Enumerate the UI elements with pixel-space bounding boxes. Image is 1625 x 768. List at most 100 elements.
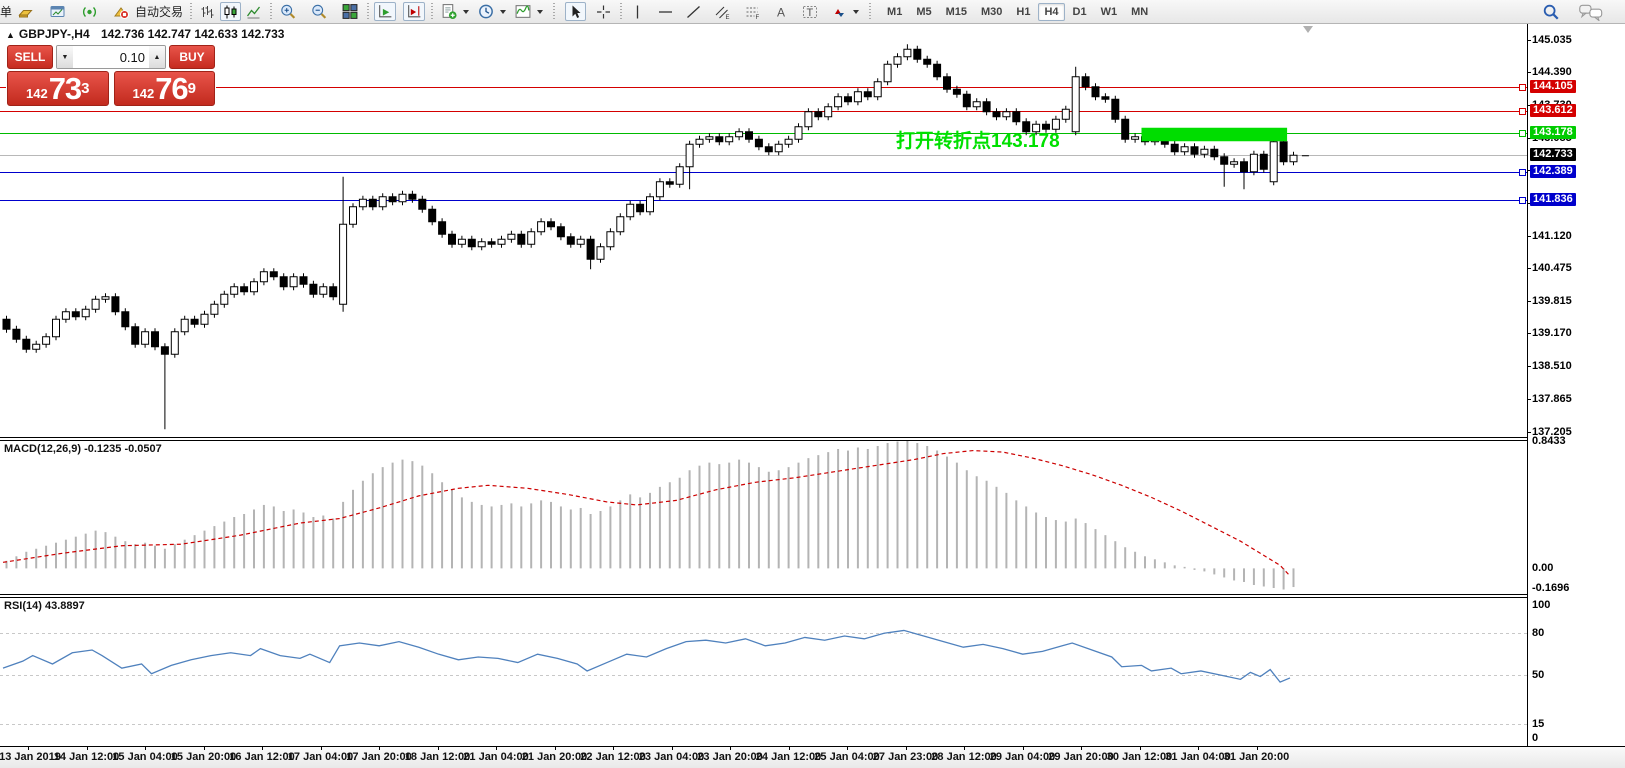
text-icon[interactable]: A xyxy=(771,2,792,21)
price-level-badge: 143.178 xyxy=(1530,126,1576,139)
new-order-partial-label[interactable]: 单 xyxy=(0,3,12,20)
periods-clock-icon[interactable] xyxy=(475,2,497,21)
collapse-arrow-icon[interactable]: ▲ xyxy=(6,30,15,40)
timeframe-m1[interactable]: M1 xyxy=(881,3,908,21)
time-axis-tick xyxy=(379,747,380,750)
price-tick-mark xyxy=(1528,268,1531,269)
trendline-icon[interactable] xyxy=(683,2,704,21)
macd-histogram xyxy=(7,441,1294,589)
svg-text:T: T xyxy=(807,7,814,19)
indicators-dropdown-icon[interactable] xyxy=(537,10,543,14)
crosshair-icon[interactable] xyxy=(593,2,614,21)
timeframe-m15[interactable]: M15 xyxy=(940,3,973,21)
equidistant-channel-icon[interactable]: E xyxy=(711,2,734,21)
timeframe-h1[interactable]: H1 xyxy=(1010,3,1036,21)
sell-price-base: 142 xyxy=(26,84,48,104)
level-line-handle[interactable] xyxy=(1519,130,1526,137)
chat-icon[interactable] xyxy=(1576,2,1606,21)
price-level-badge: 142.733 xyxy=(1530,148,1576,161)
sell-button[interactable]: SELL xyxy=(7,45,53,69)
macd-axis-label: 0.00 xyxy=(1532,562,1553,574)
horizontal-line-icon[interactable] xyxy=(655,2,676,21)
price-tick-mark xyxy=(1528,399,1531,400)
chart-shift-icon[interactable] xyxy=(403,2,425,21)
price-tick-label: 139.815 xyxy=(1532,295,1572,307)
pane-separator[interactable] xyxy=(0,437,1527,441)
ohlc-values: 142.736 142.747 142.633 142.733 xyxy=(101,27,285,41)
toolbar-separator xyxy=(268,3,273,20)
turning-point-annotation: 打开转折点143.178 xyxy=(896,126,1060,153)
buy-button[interactable]: BUY xyxy=(169,45,215,69)
vertical-line-icon[interactable] xyxy=(627,2,648,21)
macd-axis-label: -0.1696 xyxy=(1532,582,1569,594)
tile-windows-icon[interactable] xyxy=(339,2,361,21)
timeframe-d1[interactable]: D1 xyxy=(1067,3,1093,21)
sell-price-pip: 3 xyxy=(81,72,89,106)
volume-stepper: ▼ ▲ xyxy=(56,45,166,69)
zoom-out-icon[interactable] xyxy=(308,2,330,21)
price-level-badge: 141.836 xyxy=(1530,193,1576,206)
volume-decrease-button[interactable]: ▼ xyxy=(57,46,73,68)
price-axis[interactable]: 145.035144.390143.730143.085142.440141.7… xyxy=(1528,23,1625,746)
time-axis-tick xyxy=(906,747,907,750)
zoom-in-icon[interactable] xyxy=(277,2,299,21)
text-label-icon[interactable]: T xyxy=(799,2,821,21)
arrows-dropdown-icon[interactable] xyxy=(853,10,859,14)
toolbar-separator xyxy=(618,3,623,20)
charts-window-icon[interactable] xyxy=(47,2,68,21)
candlestick-chart-icon[interactable] xyxy=(220,2,241,21)
buy-price-button[interactable]: 142 76 9 xyxy=(114,71,216,106)
time-axis-tick xyxy=(1140,747,1141,750)
time-axis-label: 25 Jan 04:00 xyxy=(814,751,879,763)
time-axis[interactable]: 13 Jan 201914 Jan 12:0015 Jan 04:0015 Ja… xyxy=(0,746,1625,768)
time-axis-tick xyxy=(847,747,848,750)
time-axis-label: 21 Jan 20:00 xyxy=(522,751,587,763)
autotrade-icon[interactable] xyxy=(111,2,132,21)
svg-text:F: F xyxy=(756,15,760,20)
periods-dropdown-icon[interactable] xyxy=(500,10,506,14)
time-axis-tick xyxy=(321,747,322,750)
new-order-dropdown-icon[interactable] xyxy=(463,10,469,14)
fibonacci-icon[interactable]: F xyxy=(741,2,764,21)
indicators-icon[interactable] xyxy=(512,2,534,21)
bar-chart-icon[interactable] xyxy=(197,2,218,21)
rsi-line xyxy=(3,630,1290,682)
sell-price-main: 73 xyxy=(49,74,81,104)
volume-increase-button[interactable]: ▲ xyxy=(149,46,165,68)
price-level-lines xyxy=(0,88,1527,201)
cursor-icon[interactable] xyxy=(565,2,586,21)
line-chart-icon[interactable] xyxy=(243,2,264,21)
time-axis-label: 29 Jan 20:00 xyxy=(1048,751,1113,763)
time-axis-label: 14 Jan 12:00 xyxy=(54,751,119,763)
arrows-icon[interactable] xyxy=(828,2,850,21)
time-axis-label: 23 Jan 20:00 xyxy=(697,751,762,763)
price-tick-mark xyxy=(1528,366,1531,367)
rsi-axis-label: 15 xyxy=(1532,718,1544,730)
pane-separator[interactable] xyxy=(0,594,1527,598)
timeframe-mn[interactable]: MN xyxy=(1125,3,1154,21)
time-axis-tick xyxy=(789,747,790,750)
new-order-icon[interactable] xyxy=(438,2,460,21)
timeframe-m5[interactable]: M5 xyxy=(910,3,937,21)
autotrade-label[interactable]: 自动交易 xyxy=(135,3,183,20)
time-axis-tick xyxy=(145,747,146,750)
timeframe-h4[interactable]: H4 xyxy=(1038,3,1064,21)
timeframe-m30[interactable]: M30 xyxy=(975,3,1008,21)
timeframe-w1[interactable]: W1 xyxy=(1095,3,1124,21)
signal-icon[interactable] xyxy=(79,2,100,21)
time-axis-tick xyxy=(496,747,497,750)
auto-scroll-icon[interactable] xyxy=(374,2,396,21)
volume-input[interactable] xyxy=(73,46,149,68)
price-tick-label: 141.120 xyxy=(1532,230,1572,242)
level-line-handle[interactable] xyxy=(1519,108,1526,115)
time-axis-tick xyxy=(613,747,614,750)
rsi-level-lines xyxy=(0,634,1527,725)
level-line-handle[interactable] xyxy=(1519,169,1526,176)
search-icon[interactable] xyxy=(1539,2,1563,21)
level-line-handle[interactable] xyxy=(1519,197,1526,204)
sell-price-button[interactable]: 142 73 3 xyxy=(7,71,109,106)
profile-gold-icon[interactable] xyxy=(15,2,36,21)
time-axis-label: 15 Jan 20:00 xyxy=(171,751,236,763)
level-line-handle[interactable] xyxy=(1519,84,1526,91)
price-tick-mark xyxy=(1528,432,1531,433)
